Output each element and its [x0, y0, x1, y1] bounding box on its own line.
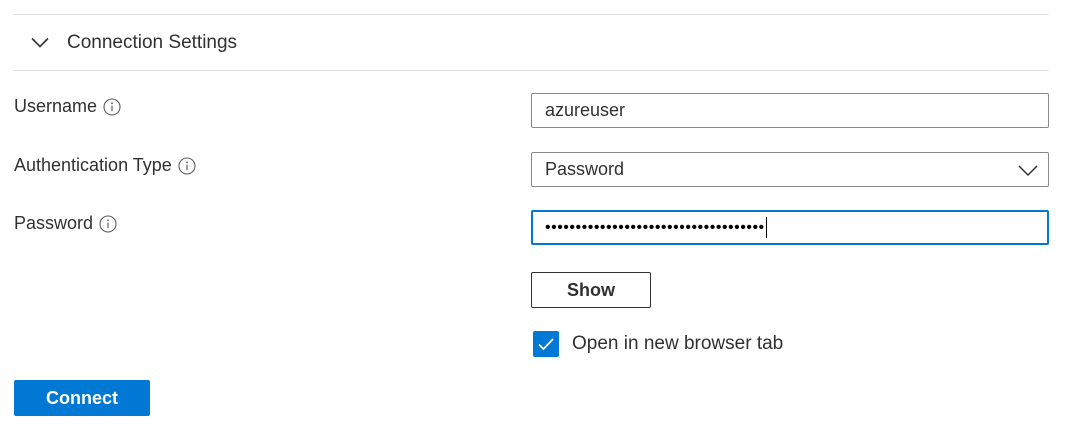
- connection-settings-header[interactable]: Connection Settings: [14, 15, 1049, 70]
- username-value: azureuser: [545, 100, 626, 120]
- checkmark-icon: [538, 338, 554, 351]
- password-label: Password: [14, 213, 117, 234]
- open-new-tab-label[interactable]: Open in new browser tab: [572, 333, 783, 355]
- open-new-tab-checkbox[interactable]: [533, 331, 559, 357]
- chevron-down-icon: [31, 34, 49, 52]
- text-caret: [765, 217, 767, 238]
- auth-type-label-text: Authentication Type: [14, 155, 172, 175]
- auth-type-selected: Password: [545, 159, 625, 179]
- connect-button[interactable]: Connect: [14, 380, 150, 416]
- connection-settings-panel: Connection Settings Username azureuser A…: [0, 0, 1071, 431]
- header-divider: [14, 70, 1049, 71]
- username-label: Username: [14, 96, 121, 117]
- chevron-down-icon: [1018, 161, 1038, 179]
- username-label-text: Username: [14, 96, 98, 116]
- info-icon[interactable]: [103, 97, 121, 116]
- open-new-tab-option: Open in new browser tab: [533, 331, 783, 357]
- password-masked-value: ••••••••••••••••••••••••••••••••••••: [545, 218, 765, 236]
- show-password-button[interactable]: Show: [531, 272, 651, 308]
- auth-type-label: Authentication Type: [14, 155, 196, 176]
- username-input[interactable]: azureuser: [531, 93, 1049, 128]
- info-icon[interactable]: [178, 156, 196, 175]
- auth-type-dropdown[interactable]: Password: [531, 152, 1049, 187]
- password-label-text: Password: [14, 213, 94, 233]
- section-title: Connection Settings: [67, 31, 238, 53]
- password-input[interactable]: ••••••••••••••••••••••••••••••••••••: [531, 210, 1049, 245]
- info-icon[interactable]: [99, 214, 117, 233]
